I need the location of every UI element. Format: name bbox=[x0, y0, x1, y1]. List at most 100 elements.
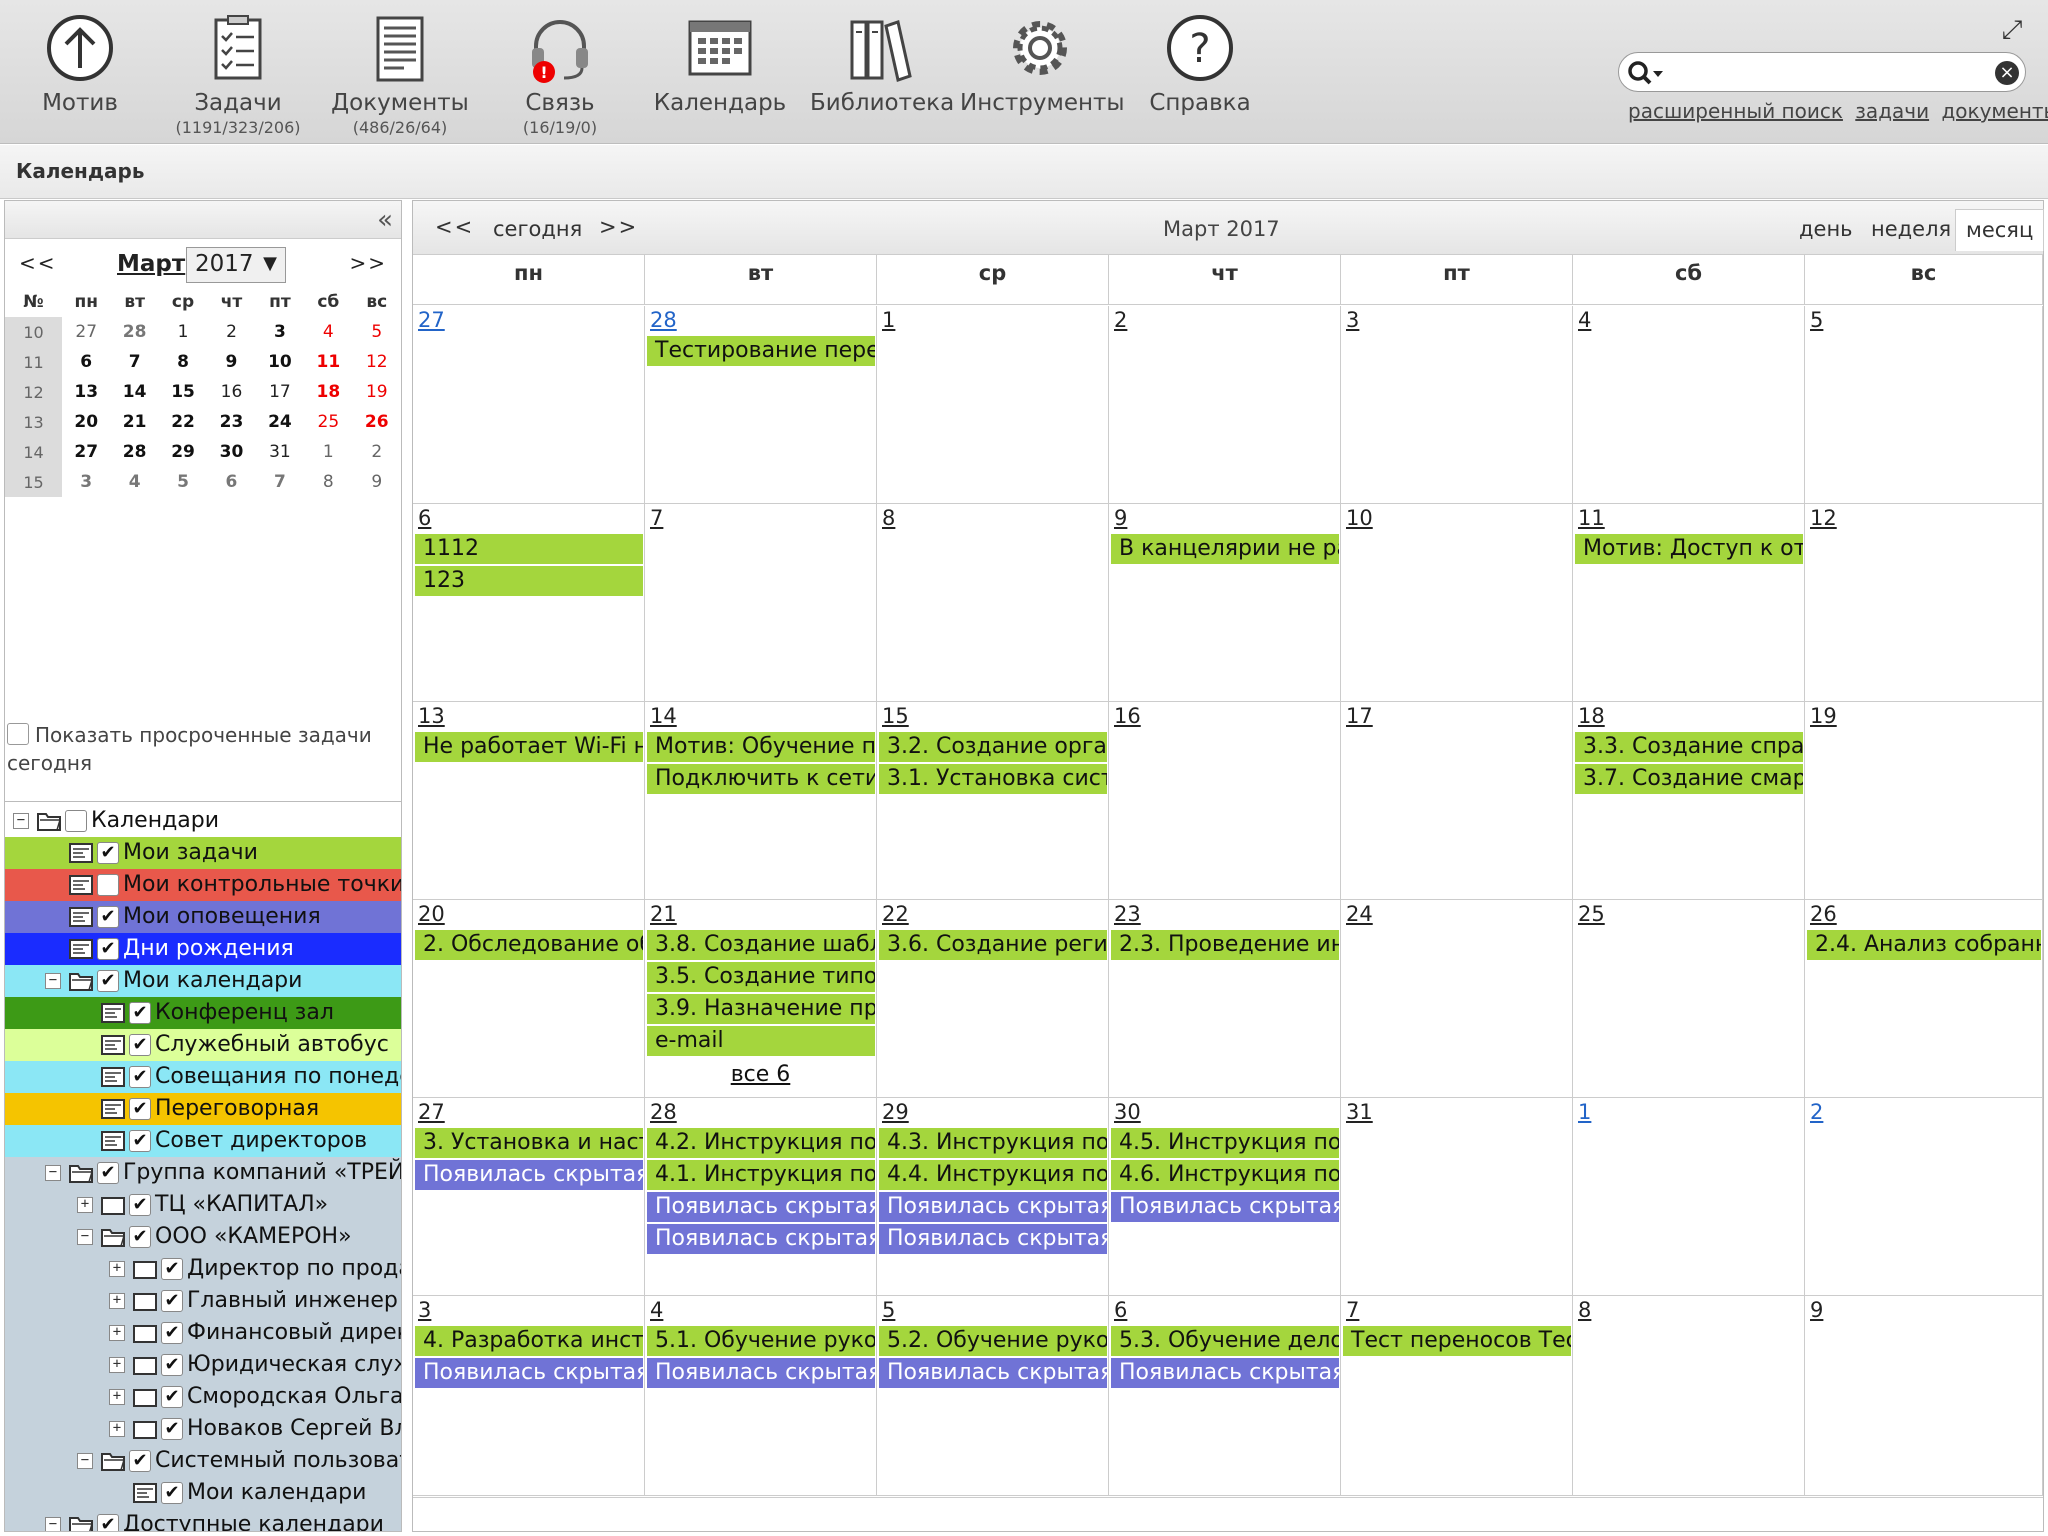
mini-year-select[interactable]: 2017 ▼ bbox=[186, 247, 286, 283]
day-number-link[interactable]: 22 bbox=[882, 902, 909, 926]
today-button[interactable]: сегодня bbox=[493, 217, 582, 241]
day-cell[interactable]: 14 Мотив: Обучение пользователейПодключит… bbox=[645, 702, 877, 900]
day-cell[interactable]: 20 2. Обследование объекта bbox=[413, 900, 645, 1098]
tree-item[interactable]: − ✔ Мои календари bbox=[5, 965, 401, 997]
day-number-link[interactable]: 17 bbox=[1346, 704, 1373, 728]
calendar-event[interactable]: 3.6. Создание регистров bbox=[879, 930, 1107, 960]
advanced-search-link[interactable]: расширенный поиск bbox=[1628, 99, 1843, 123]
day-cell[interactable]: 23 2.3. Проведение интервью bbox=[1109, 900, 1341, 1098]
calendar-event[interactable]: 3.3. Создание справочников bbox=[1575, 732, 1803, 762]
day-cell[interactable]: 4 bbox=[1573, 306, 1805, 504]
mini-day[interactable]: 8 bbox=[159, 347, 207, 377]
calendar-event[interactable]: 2.3. Проведение интервью bbox=[1111, 930, 1339, 960]
tree-item[interactable]: + ✔ ТЦ «КАПИТАЛ» bbox=[5, 1189, 401, 1221]
day-number-link[interactable]: 15 bbox=[882, 704, 909, 728]
day-cell[interactable]: 1 bbox=[1573, 1098, 1805, 1296]
day-number-link[interactable]: 7 bbox=[1346, 1298, 1359, 1322]
tree-item[interactable]: + ✔ Смородская Ольга bbox=[5, 1381, 401, 1413]
calendar-event[interactable]: 5.1. Обучение руководителей bbox=[647, 1326, 875, 1356]
day-cell[interactable]: 3 bbox=[1341, 306, 1573, 504]
day-cell[interactable]: 28 Тестирование переносов bbox=[645, 306, 877, 504]
next-period-button[interactable]: >> bbox=[599, 215, 638, 239]
mini-week-number[interactable]: 12 bbox=[5, 377, 62, 407]
tree-item[interactable]: − ✔Системный пользователь bbox=[5, 1445, 401, 1477]
tree-checkbox[interactable]: ✔ bbox=[129, 1226, 151, 1248]
calendar-event[interactable]: 5.2. Обучение руководителей bbox=[879, 1326, 1107, 1356]
mini-day[interactable]: 5 bbox=[159, 467, 207, 497]
mini-day[interactable]: 10 bbox=[256, 347, 304, 377]
mini-day[interactable]: 6 bbox=[207, 467, 255, 497]
day-number-link[interactable]: 23 bbox=[1114, 902, 1141, 926]
calendar-event[interactable]: 4.1. Инструкция по bbox=[647, 1160, 875, 1190]
collapse-icon[interactable]: − bbox=[45, 973, 61, 989]
day-number-link[interactable]: 13 bbox=[418, 704, 445, 728]
search-input[interactable] bbox=[1667, 59, 1977, 87]
tree-item[interactable]: + ✔Директор по продажам bbox=[5, 1253, 401, 1285]
collapse-panel-button[interactable]: « bbox=[5, 201, 401, 239]
mini-month-label[interactable]: Март bbox=[117, 251, 185, 277]
calendar-event[interactable]: 3.9. Назначение прав bbox=[647, 994, 875, 1024]
day-number-link[interactable]: 5 bbox=[1810, 308, 1823, 332]
tree-checkbox[interactable]: ✔ bbox=[129, 1130, 151, 1152]
calendar-event[interactable]: Появилась скрытая bbox=[1111, 1192, 1339, 1222]
collapse-icon[interactable]: − bbox=[45, 1165, 61, 1181]
expand-icon[interactable]: + bbox=[109, 1325, 125, 1341]
tree-checkbox[interactable] bbox=[65, 810, 87, 832]
day-cell[interactable]: 30 4.5. Инструкция по 4.6. Инструкция по По… bbox=[1109, 1098, 1341, 1296]
tree-checkbox[interactable]: ✔ bbox=[97, 1162, 119, 1184]
day-number-link[interactable]: 8 bbox=[882, 506, 895, 530]
calendar-event[interactable]: Появилась скрытая bbox=[647, 1192, 875, 1222]
tree-item[interactable]: + ✔Новаков Сергей Владимирович bbox=[5, 1413, 401, 1445]
collapse-icon[interactable]: − bbox=[13, 813, 29, 829]
tree-item[interactable]: Мои контрольные точки bbox=[5, 869, 401, 901]
day-number-link[interactable]: 29 bbox=[882, 1100, 909, 1124]
day-number-link[interactable]: 1 bbox=[882, 308, 895, 332]
mini-day[interactable]: 2 bbox=[353, 437, 401, 467]
day-cell[interactable]: 5 5.2. Обучение руководителейПоявилась ск… bbox=[877, 1296, 1109, 1496]
day-cell[interactable]: 21 3.8. Создание шаблонов3.5. Создание ти… bbox=[645, 900, 877, 1098]
mini-day[interactable]: 18 bbox=[304, 377, 352, 407]
tree-checkbox[interactable]: ✔ bbox=[161, 1290, 183, 1312]
mini-day[interactable]: 28 bbox=[110, 437, 158, 467]
mini-day[interactable]: 28 bbox=[110, 317, 158, 347]
day-number-link[interactable]: 5 bbox=[882, 1298, 895, 1322]
tree-item[interactable]: ✔ Мои оповещения bbox=[5, 901, 401, 933]
search-documents-link[interactable]: документы bbox=[1941, 99, 2048, 123]
day-cell[interactable]: 19 bbox=[1805, 702, 2043, 900]
show-overdue-checkbox[interactable] bbox=[7, 723, 29, 745]
day-cell[interactable]: 28 4.2. Инструкция по 4.1. Инструкция по По… bbox=[645, 1098, 877, 1296]
day-number-link[interactable]: 24 bbox=[1346, 902, 1373, 926]
prev-period-button[interactable]: << bbox=[435, 215, 474, 239]
day-number-link[interactable]: 25 bbox=[1578, 902, 1605, 926]
mini-day[interactable]: 15 bbox=[159, 377, 207, 407]
mini-day[interactable]: 23 bbox=[207, 407, 255, 437]
tree-checkbox[interactable]: ✔ bbox=[97, 842, 119, 864]
day-cell[interactable]: 18 3.3. Создание справочников3.7. Создани… bbox=[1573, 702, 1805, 900]
day-cell[interactable]: 6 5.3. Обучение делопроизводителейПоявила… bbox=[1109, 1296, 1341, 1496]
expand-icon[interactable]: + bbox=[109, 1421, 125, 1437]
tree-checkbox[interactable]: ✔ bbox=[97, 970, 119, 992]
day-number-link[interactable]: 9 bbox=[1810, 1298, 1823, 1322]
calendar-event[interactable]: Тестирование переносов bbox=[647, 336, 875, 366]
mini-prev-month-button[interactable]: << bbox=[19, 251, 57, 275]
tree-checkbox[interactable]: ✔ bbox=[161, 1354, 183, 1376]
expand-icon[interactable]: + bbox=[109, 1357, 125, 1373]
mini-day[interactable]: 2 bbox=[207, 317, 255, 347]
view-day-button[interactable]: день bbox=[1799, 217, 1853, 241]
mini-day[interactable]: 12 bbox=[353, 347, 401, 377]
calendar-event[interactable]: 4.2. Инструкция по bbox=[647, 1128, 875, 1158]
mini-day[interactable]: 25 bbox=[304, 407, 352, 437]
fullscreen-icon[interactable]: ⤢ bbox=[1998, 16, 2026, 44]
day-cell[interactable]: 13 Не работает Wi-Fi на bbox=[413, 702, 645, 900]
tree-checkbox[interactable]: ✔ bbox=[97, 1514, 119, 1531]
tree-checkbox[interactable]: ✔ bbox=[161, 1258, 183, 1280]
calendar-event[interactable]: 3.7. Создание смарт bbox=[1575, 764, 1803, 794]
day-cell[interactable]: 27 bbox=[413, 306, 645, 504]
calendar-event[interactable]: Появилась скрытая задача bbox=[415, 1358, 643, 1388]
calendar-event[interactable]: Появилась скрытая bbox=[647, 1224, 875, 1254]
day-cell[interactable]: 26 2.4. Анализ собранной bbox=[1805, 900, 2043, 1098]
day-cell[interactable]: 11 Мотив: Доступ к отчетам bbox=[1573, 504, 1805, 702]
day-cell[interactable]: 6 1112 123 bbox=[413, 504, 645, 702]
day-number-link[interactable]: 14 bbox=[650, 704, 677, 728]
calendar-event[interactable]: 2.4. Анализ собранной bbox=[1807, 930, 2041, 960]
